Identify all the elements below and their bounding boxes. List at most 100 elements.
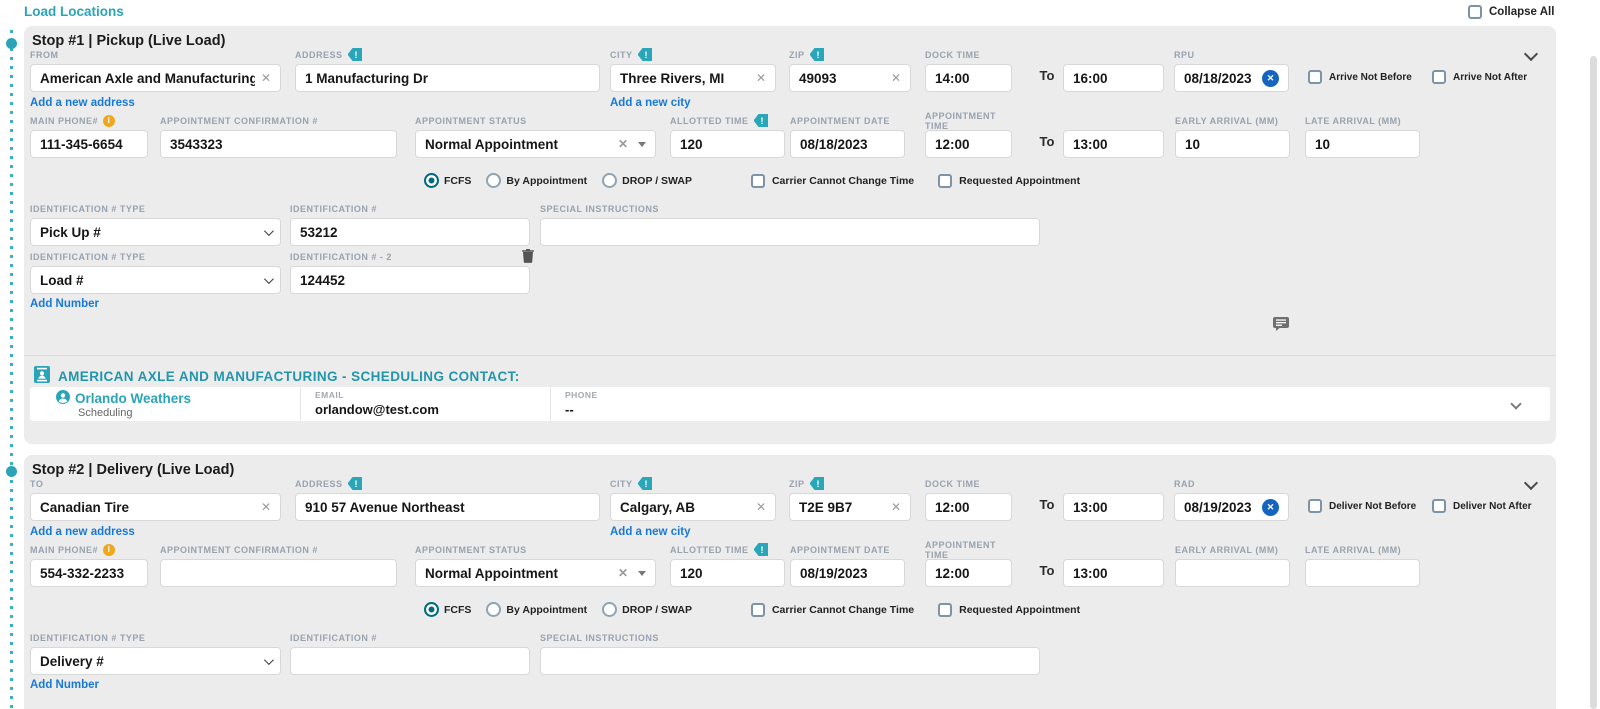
appointment-time-from-input[interactable]: 12:00 [925, 130, 1012, 158]
dock-time-from-field: DOCK TIME 14:00 [925, 48, 1012, 92]
add-new-address-link[interactable]: Add a new address [30, 97, 135, 109]
dropdown-caret-icon[interactable] [638, 570, 646, 576]
appointment-status-select[interactable]: Normal Appointment ✕ [415, 130, 656, 158]
special-instructions-input[interactable] [540, 218, 1040, 246]
to-input[interactable]: Canadian Tire ✕ [30, 493, 281, 521]
checkbox-icon[interactable] [750, 602, 765, 617]
stop1-collapse-chevron-icon[interactable] [1523, 46, 1539, 64]
add-number-link[interactable]: Add Number [30, 679, 99, 691]
appointment-confirmation-input[interactable] [160, 559, 397, 587]
collapse-all-checkbox[interactable]: Collapse All [1468, 5, 1554, 19]
identification-type-select[interactable]: Delivery # [30, 647, 281, 675]
city-input[interactable]: Three Rivers, MI ✕ [610, 64, 776, 92]
add-new-city-link[interactable]: Add a new city [610, 526, 691, 538]
clear-icon[interactable]: ✕ [618, 566, 628, 580]
dock-time-from-input[interactable]: 14:00 [925, 64, 1012, 92]
fcfs-radio[interactable]: FCFS [424, 602, 471, 617]
dropdown-caret-icon[interactable] [638, 141, 646, 147]
add-new-address-link[interactable]: Add a new address [30, 526, 135, 538]
appointment-time-to-input[interactable]: 13:00 [1063, 130, 1164, 158]
radio-selected-icon[interactable] [424, 602, 439, 617]
radio-icon[interactable] [602, 602, 618, 617]
from-input[interactable]: American Axle and Manufacturing ✕ [30, 64, 281, 92]
radio-icon[interactable] [486, 602, 502, 617]
by-appointment-radio[interactable]: By Appointment [486, 173, 587, 188]
appointment-confirmation-input[interactable]: 3543323 [160, 130, 397, 158]
checkbox-icon[interactable] [1308, 70, 1322, 84]
dock-time-from-input[interactable]: 12:00 [925, 493, 1012, 521]
allotted-time-input[interactable]: 120 [670, 559, 785, 587]
scheduling-contact-row[interactable]: Orlando Weathers Scheduling EMAIL orland… [30, 387, 1550, 421]
address-input[interactable]: 1 Manufacturing Dr [295, 64, 600, 92]
main-phone-input[interactable]: 111-345-6654 [30, 130, 148, 158]
radio-icon[interactable] [602, 173, 618, 188]
address-input[interactable]: 910 57 Avenue Northeast [295, 493, 600, 521]
radio-selected-icon[interactable] [424, 173, 439, 188]
allotted-time-input[interactable]: 120 [670, 130, 785, 158]
chevron-down-icon[interactable] [263, 273, 274, 284]
special-instructions-input[interactable] [540, 647, 1040, 675]
deliver-not-before-checkbox[interactable]: Deliver Not Before [1308, 499, 1416, 513]
add-new-city-link[interactable]: Add a new city [610, 97, 691, 109]
city-input[interactable]: Calgary, AB ✕ [610, 493, 776, 521]
requested-appointment-checkbox[interactable]: Requested Appointment [938, 173, 1080, 188]
appointment-date-input[interactable]: 08/18/2023 [790, 130, 905, 158]
rad-date-input[interactable]: 08/19/2023 ✕ [1174, 493, 1289, 521]
appointment-status-select[interactable]: Normal Appointment ✕ [415, 559, 656, 587]
dock-time-to-input[interactable]: 16:00 [1063, 64, 1164, 92]
checkbox-icon[interactable] [1468, 5, 1482, 19]
drop-swap-radio[interactable]: DROP / SWAP [602, 602, 692, 617]
carrier-cannot-change-time-checkbox[interactable]: Carrier Cannot Change Time [750, 173, 914, 188]
identification-number-2-input[interactable]: 124452 [290, 266, 530, 294]
checkbox-icon[interactable] [1308, 499, 1322, 513]
clear-icon[interactable]: ✕ [255, 71, 271, 85]
deliver-not-after-checkbox[interactable]: Deliver Not After [1432, 499, 1532, 513]
arrive-not-after-checkbox[interactable]: Arrive Not After [1432, 70, 1527, 84]
date-clear-icon[interactable]: ✕ [1262, 498, 1279, 516]
main-phone-input[interactable]: 554-332-2233 [30, 559, 148, 587]
drop-swap-radio[interactable]: DROP / SWAP [602, 173, 692, 188]
checkbox-icon[interactable] [938, 173, 953, 188]
stop2-collapse-chevron-icon[interactable] [1523, 475, 1539, 493]
appointment-time-to-input[interactable]: 13:00 [1063, 559, 1164, 587]
clear-icon[interactable]: ✕ [885, 71, 901, 85]
clear-icon[interactable]: ✕ [750, 71, 766, 85]
identification-type-2-select[interactable]: Load # [30, 266, 281, 294]
identification-number-input[interactable] [290, 647, 530, 675]
carrier-cannot-change-time-checkbox[interactable]: Carrier Cannot Change Time [750, 602, 914, 617]
date-clear-icon[interactable]: ✕ [1262, 69, 1279, 87]
rpu-date-input[interactable]: 08/18/2023 ✕ [1174, 64, 1289, 92]
chevron-down-icon[interactable] [263, 654, 274, 665]
checkbox-icon[interactable] [750, 173, 765, 188]
contact-expand-chevron-icon[interactable] [1510, 395, 1522, 413]
identification-type-select[interactable]: Pick Up # [30, 218, 281, 246]
zip-input[interactable]: 49093 ✕ [789, 64, 911, 92]
dock-time-to-input[interactable]: 13:00 [1063, 493, 1164, 521]
appointment-time-from-input[interactable]: 12:00 [925, 559, 1012, 587]
zip-input[interactable]: T2E 9B7 ✕ [789, 493, 911, 521]
chevron-down-icon[interactable] [263, 225, 274, 236]
clear-icon[interactable]: ✕ [618, 137, 628, 151]
requested-appointment-checkbox[interactable]: Requested Appointment [938, 602, 1080, 617]
arrive-not-before-checkbox[interactable]: Arrive Not Before [1308, 70, 1412, 84]
early-arrival-input[interactable] [1175, 559, 1290, 587]
checkbox-icon[interactable] [1432, 70, 1446, 84]
main-phone-label: MAIN PHONE# [30, 115, 99, 126]
clear-icon[interactable]: ✕ [750, 500, 766, 514]
vertical-scrollbar[interactable] [1590, 56, 1597, 709]
late-arrival-input[interactable] [1305, 559, 1420, 587]
radio-icon[interactable] [486, 173, 502, 188]
by-appointment-radio[interactable]: By Appointment [486, 602, 587, 617]
checkbox-icon[interactable] [1432, 499, 1446, 513]
delete-identification-icon[interactable] [522, 249, 534, 268]
early-arrival-input[interactable]: 10 [1175, 130, 1290, 158]
late-arrival-input[interactable]: 10 [1305, 130, 1420, 158]
fcfs-radio[interactable]: FCFS [424, 173, 471, 188]
clear-icon[interactable]: ✕ [885, 500, 901, 514]
add-number-link[interactable]: Add Number [30, 298, 99, 310]
notes-comment-icon[interactable] [1272, 316, 1290, 337]
checkbox-icon[interactable] [938, 602, 953, 617]
clear-icon[interactable]: ✕ [255, 500, 271, 514]
identification-number-input[interactable]: 53212 [290, 218, 530, 246]
appointment-date-input[interactable]: 08/19/2023 [790, 559, 905, 587]
